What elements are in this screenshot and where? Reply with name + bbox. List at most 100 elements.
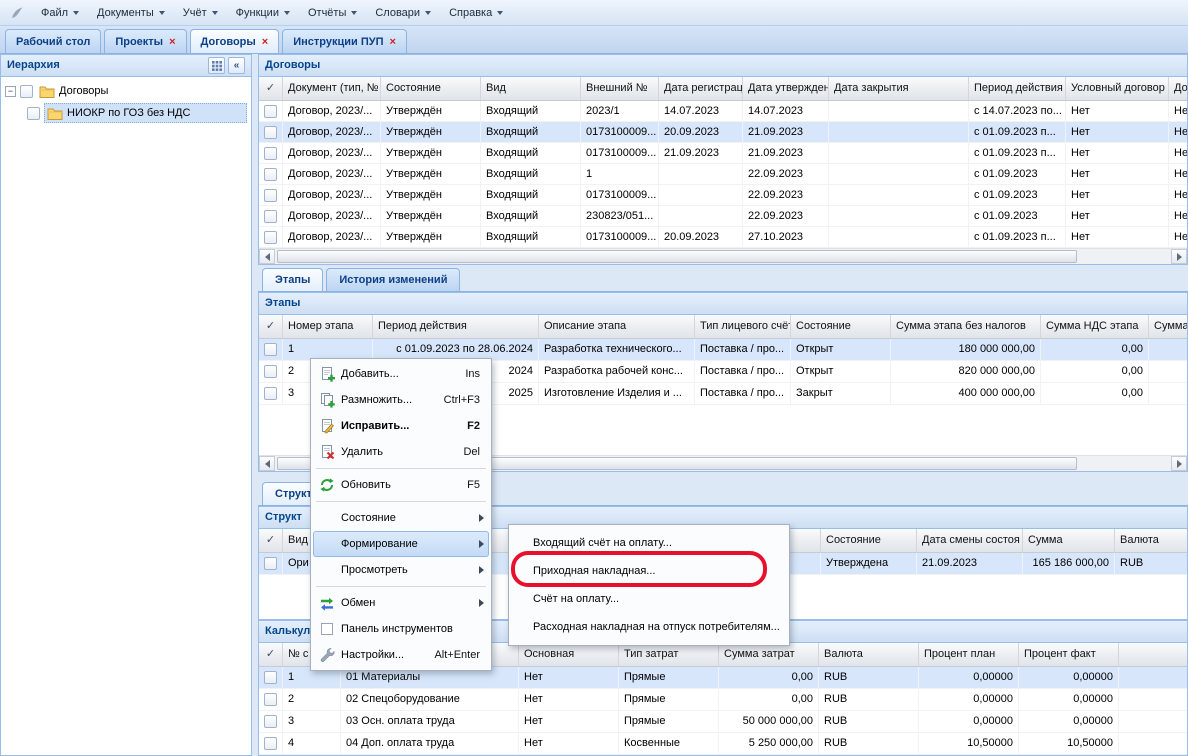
- row-checkbox[interactable]: [264, 210, 277, 223]
- menu-item-Добавить[interactable]: Добавить...Ins: [313, 361, 489, 387]
- column-header[interactable]: Тип затрат: [619, 643, 719, 666]
- close-icon[interactable]: ×: [169, 37, 175, 47]
- column-header[interactable]: Условный договор: [1066, 77, 1169, 100]
- menu-item-Настройки[interactable]: Настройки...Alt+Enter: [313, 642, 489, 668]
- menu-item-Формирование[interactable]: Формирование: [313, 531, 489, 557]
- table-row[interactable]: 303 Осн. оплата трудаНетПрямые50 000 000…: [259, 711, 1187, 733]
- menu-item-Исправить[interactable]: Исправить...F2: [313, 413, 489, 439]
- menubar-item[interactable]: Словари: [366, 3, 440, 23]
- row-checkbox[interactable]: [264, 189, 277, 202]
- row-checkbox[interactable]: [264, 715, 277, 728]
- column-header[interactable]: Состояние: [791, 315, 891, 338]
- column-header[interactable]: Дата смены состоя: [917, 529, 1023, 552]
- row-checkbox[interactable]: [264, 343, 277, 356]
- submenu-item-Входящийсчётнаоплату[interactable]: Входящий счёт на оплату...: [511, 529, 787, 557]
- tab-Договоры[interactable]: Договоры×: [190, 29, 280, 53]
- scroll-left-icon[interactable]: [259, 456, 275, 471]
- collapse-panel-icon[interactable]: «: [228, 57, 245, 74]
- column-header[interactable]: ✓: [259, 315, 283, 338]
- column-header[interactable]: Период действия: [969, 77, 1066, 100]
- column-header[interactable]: Сумма затрат: [719, 643, 819, 666]
- tab-Этапы[interactable]: Этапы: [262, 268, 323, 291]
- tab-Инструкции ПУП[interactable]: Инструкции ПУП×: [282, 29, 407, 53]
- submenu-item-Расходнаянакладнаянаотпускпотребителям[interactable]: Расходная накладная на отпуск потребител…: [511, 613, 787, 641]
- column-header[interactable]: Валюта: [1115, 529, 1188, 552]
- column-header[interactable]: Номер этапа: [283, 315, 373, 338]
- row-checkbox[interactable]: [264, 231, 277, 244]
- column-header[interactable]: Дата закрытия: [829, 77, 969, 100]
- row-checkbox[interactable]: [264, 147, 277, 160]
- tree-expander-icon[interactable]: −: [5, 86, 16, 97]
- column-header[interactable]: Процент план: [919, 643, 1019, 666]
- row-checkbox[interactable]: [264, 365, 277, 378]
- row-checkbox[interactable]: [264, 693, 277, 706]
- row-checkbox[interactable]: [264, 671, 277, 684]
- menu-item-Панельинструментов[interactable]: Панель инструментов: [313, 616, 489, 642]
- menubar-item[interactable]: Учёт: [174, 3, 227, 23]
- table-row[interactable]: Договор, 2023/...УтверждёнВходящий2023/1…: [259, 101, 1187, 122]
- horizontal-scrollbar[interactable]: [259, 248, 1187, 264]
- table-row[interactable]: Договор, 2023/...УтверждёнВходящий017310…: [259, 227, 1187, 248]
- tree-item-contracts[interactable]: − Договоры: [1, 80, 251, 102]
- table-row[interactable]: 404 Доп. оплата трудаНетКосвенные5 250 0…: [259, 733, 1187, 755]
- column-header[interactable]: До: [1169, 77, 1188, 100]
- column-header[interactable]: Сумма этапа без налогов: [891, 315, 1041, 338]
- column-header[interactable]: Сумма э: [1149, 315, 1188, 338]
- column-header[interactable]: ✓: [259, 529, 283, 552]
- menu-item-Просмотреть[interactable]: Просмотреть: [313, 557, 489, 583]
- table-row[interactable]: 202 СпецоборудованиеНетПрямые0,00RUB0,00…: [259, 689, 1187, 711]
- tree-item-niokr[interactable]: НИОКР по ГОЗ без НДС: [1, 102, 251, 124]
- table-row[interactable]: Договор, 2023/...УтверждёнВходящий017310…: [259, 185, 1187, 206]
- column-header[interactable]: Состояние: [821, 529, 917, 552]
- menubar-item[interactable]: Функции: [227, 3, 299, 23]
- column-header[interactable]: ✓: [259, 77, 283, 100]
- scroll-left-icon[interactable]: [259, 249, 275, 264]
- table-row[interactable]: Договор, 2023/...УтверждёнВходящий122.09…: [259, 164, 1187, 185]
- scroll-thumb[interactable]: [277, 250, 1077, 263]
- menu-item-Размножить[interactable]: Размножить...Ctrl+F3: [313, 387, 489, 413]
- column-header[interactable]: [1119, 643, 1188, 666]
- row-checkbox[interactable]: [264, 126, 277, 139]
- table-row[interactable]: Договор, 2023/...УтверждёнВходящий017310…: [259, 122, 1187, 143]
- column-header[interactable]: ✓: [259, 643, 283, 666]
- column-header[interactable]: Тип лицевого счёт: [695, 315, 791, 338]
- column-header[interactable]: Период действия: [373, 315, 539, 338]
- tree-checkbox[interactable]: [27, 107, 40, 120]
- scroll-right-icon[interactable]: [1171, 249, 1187, 264]
- tab-Рабочий стол[interactable]: Рабочий стол: [5, 29, 101, 53]
- table-row[interactable]: Договор, 2023/...УтверждёнВходящий230823…: [259, 206, 1187, 227]
- menubar-item[interactable]: Справка: [440, 3, 512, 23]
- column-header[interactable]: Валюта: [819, 643, 919, 666]
- menu-item-Удалить[interactable]: УдалитьDel: [313, 439, 489, 465]
- tree-checkbox[interactable]: [20, 85, 33, 98]
- menubar-item[interactable]: Документы: [88, 3, 174, 23]
- column-header[interactable]: Документ (тип, №: [283, 77, 381, 100]
- submenu-item-Приходнаянакладная[interactable]: Приходная накладная...: [511, 557, 787, 585]
- close-icon[interactable]: ×: [390, 37, 396, 47]
- menu-item-Состояние[interactable]: Состояние: [313, 505, 489, 531]
- hierarchy-grid-icon[interactable]: [208, 57, 225, 74]
- column-header[interactable]: Вид: [481, 77, 581, 100]
- tab-История изменений[interactable]: История изменений: [326, 268, 460, 291]
- column-header[interactable]: Сумма НДС этапа: [1041, 315, 1149, 338]
- submenu-item-Счётнаоплату[interactable]: Счёт на оплату...: [511, 585, 787, 613]
- close-icon[interactable]: ×: [262, 37, 268, 47]
- scroll-right-icon[interactable]: [1171, 456, 1187, 471]
- column-header[interactable]: Сумма: [1023, 529, 1115, 552]
- row-checkbox[interactable]: [264, 105, 277, 118]
- column-header[interactable]: Дата утверждения: [743, 77, 829, 100]
- menu-item-Обновить[interactable]: ОбновитьF5: [313, 472, 489, 498]
- row-checkbox[interactable]: [264, 557, 277, 570]
- row-checkbox[interactable]: [264, 168, 277, 181]
- menu-item-Обмен[interactable]: Обмен: [313, 590, 489, 616]
- column-header[interactable]: Дата регистрации: [659, 77, 743, 100]
- table-row[interactable]: Договор, 2023/...УтверждёнВходящий017310…: [259, 143, 1187, 164]
- column-header[interactable]: Состояние: [381, 77, 481, 100]
- row-checkbox[interactable]: [264, 737, 277, 750]
- menubar-item[interactable]: Отчёты: [299, 3, 366, 23]
- column-header[interactable]: Внешний №: [581, 77, 659, 100]
- column-header[interactable]: Основная: [519, 643, 619, 666]
- column-header[interactable]: Описание этапа: [539, 315, 695, 338]
- column-header[interactable]: Процент факт: [1019, 643, 1119, 666]
- tab-Проекты[interactable]: Проекты×: [104, 29, 186, 53]
